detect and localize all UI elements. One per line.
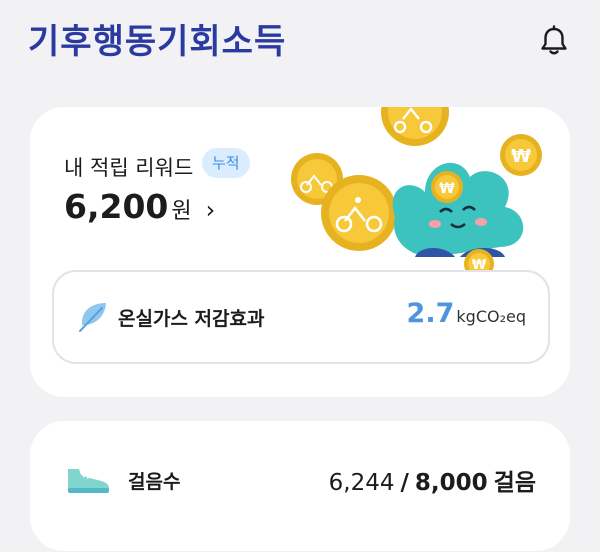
coin-icon [321,175,397,251]
reward-title: 내 적립 리워드 [64,156,194,180]
steps-separator: / [400,470,409,496]
reward-unit: 원 [171,199,192,224]
shoe-icon [68,469,109,493]
leaf-icon [79,303,106,332]
steps-label: 걸음수 [128,471,181,493]
svg-text:₩: ₩ [439,181,455,197]
coin-icon [381,107,449,146]
reward-card: 내 적립 리워드 누적 6,200 원 › ₩ ₩ ₩ 온실가스 저감효과 2.… [30,107,570,397]
reward-amount: 6,200 [64,187,169,226]
coins-mascot-illustration: ₩ ₩ ₩ [291,107,542,272]
logo-part1: 기후 [28,22,93,62]
ghg-number: 2.7 [406,298,455,329]
app-header: 기후행동기회소득 [0,0,600,80]
steps-unit: 걸음 [493,470,536,496]
ghg-reduction-box[interactable]: 온실가스 저감효과 2.7 kgCO₂eq [52,270,550,364]
won-coin-icon: ₩ [500,134,542,176]
chevron-right-icon: › [205,196,216,224]
won-coin-icon: ₩ [431,171,463,203]
steps-current: 6,244 [328,470,395,496]
ghg-unit: kgCO₂eq [456,307,526,326]
steps-card[interactable]: 걸음수 6,244/8,000 걸음 [30,421,570,551]
steps-value: 6,244/8,000 걸음 [329,463,536,497]
cumulative-badge: 누적 [202,148,250,178]
ghg-label: 온실가스 저감효과 [118,308,265,330]
svg-text:₩: ₩ [511,146,531,167]
app-logo: 기후행동기회소득 [28,14,286,63]
ghg-value: 2.7 kgCO₂eq [407,298,526,329]
logo-part2: 행동기회소득 [92,22,287,62]
bell-icon[interactable] [537,24,571,58]
steps-goal: 8,000 [414,470,488,496]
reward-amount-link[interactable]: 6,200 원 › [64,187,215,226]
